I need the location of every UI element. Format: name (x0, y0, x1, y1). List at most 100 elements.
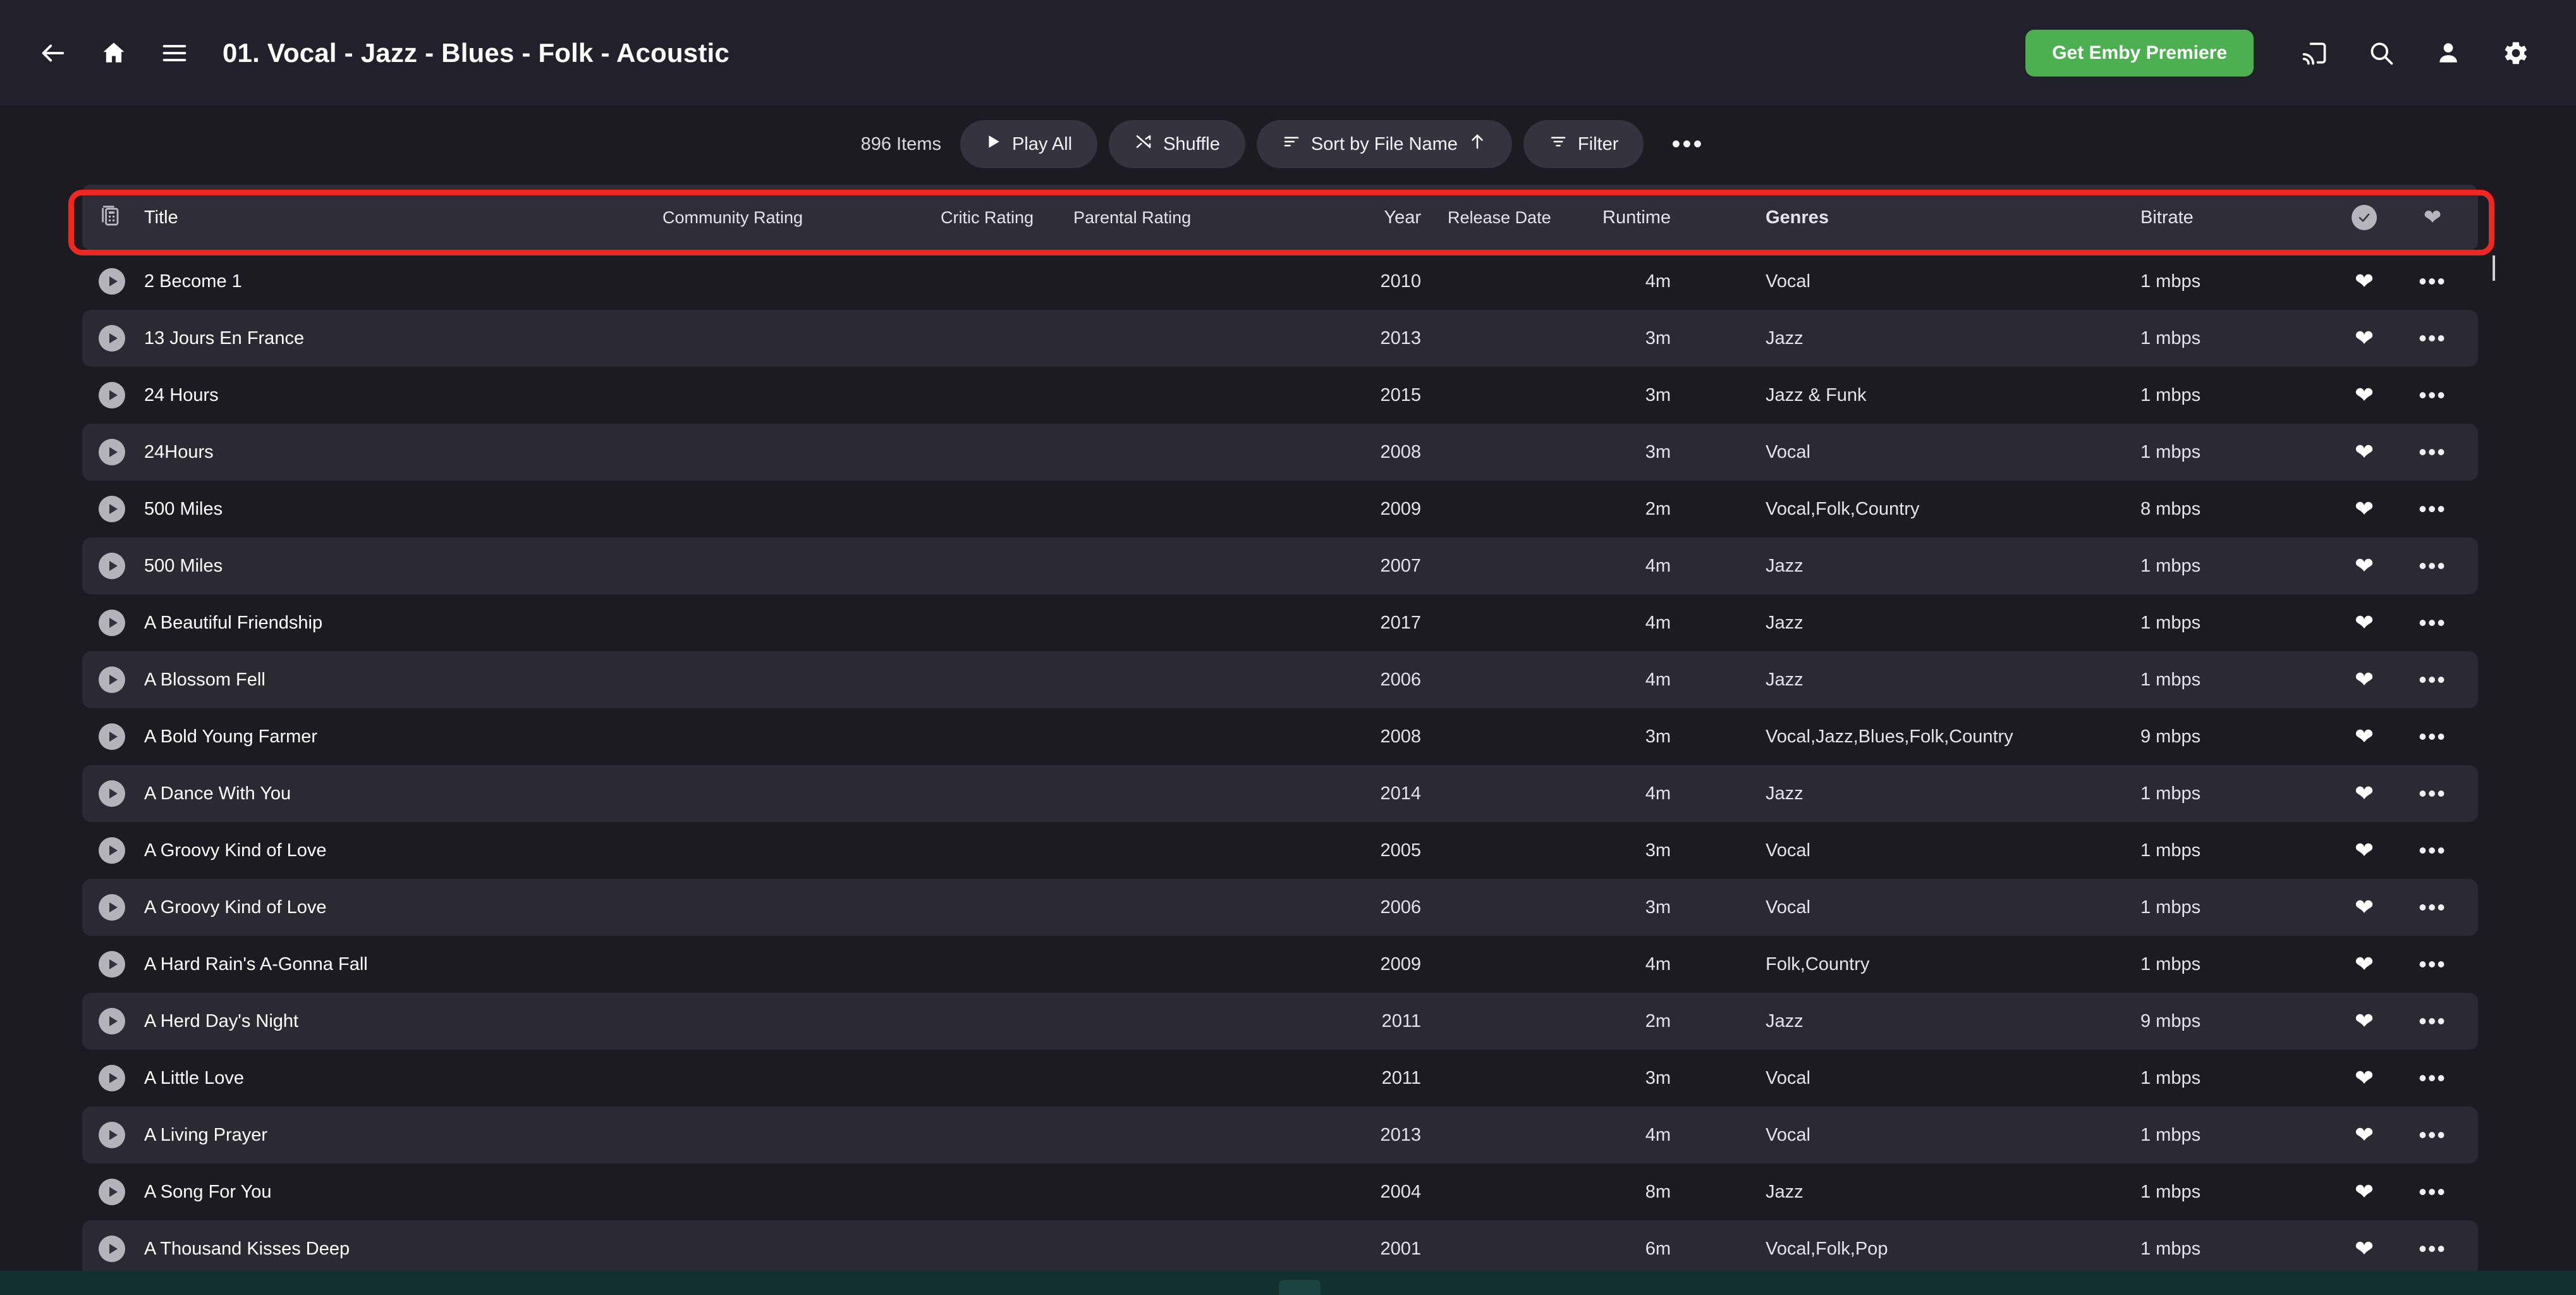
filter-button[interactable]: Filter (1523, 120, 1644, 168)
table-row[interactable]: A Thousand Kisses Deep 2001 6m Vocal,Folk,P… (82, 1220, 2478, 1277)
row-favorite-button[interactable]: ❤ (2330, 839, 2398, 862)
table-row[interactable]: 24Hours 2008 3m Vocal 1 mbps ❤ ••• (82, 424, 2478, 481)
row-favorite-button[interactable]: ❤ (2330, 384, 2398, 407)
table-row[interactable]: A Song For You 2004 8m Jazz 1 mbps ❤ ••• (82, 1163, 2478, 1220)
row-play-button[interactable] (99, 325, 144, 352)
search-button[interactable] (2351, 23, 2412, 83)
row-more-options-button[interactable]: ••• (2398, 1237, 2467, 1260)
row-more-options-button[interactable]: ••• (2398, 953, 2467, 976)
row-more-options-button[interactable]: ••• (2398, 1010, 2467, 1033)
row-play-button[interactable] (99, 1122, 144, 1148)
row-more-options-button[interactable]: ••• (2398, 498, 2467, 520)
row-play-button[interactable] (99, 1008, 144, 1034)
row-favorite-button[interactable]: ❤ (2330, 441, 2398, 463)
row-more-options-button[interactable]: ••• (2398, 270, 2467, 293)
table-header-row[interactable]: Title Community Rating Critic Rating Par… (82, 185, 2478, 250)
row-favorite-button[interactable]: ❤ (2330, 1237, 2398, 1260)
row-more-options-button[interactable]: ••• (2398, 1124, 2467, 1146)
row-more-options-button[interactable]: ••• (2398, 441, 2467, 463)
row-play-button[interactable] (99, 496, 144, 522)
column-header-critic-rating[interactable]: Critic Rating (941, 208, 1073, 228)
row-play-button[interactable] (99, 837, 144, 864)
menu-button[interactable] (144, 23, 205, 83)
row-favorite-button[interactable]: ❤ (2330, 1181, 2398, 1203)
settings-button[interactable] (2485, 23, 2546, 83)
home-button[interactable] (83, 23, 144, 83)
row-more-options-button[interactable]: ••• (2398, 782, 2467, 805)
column-header-release-date[interactable]: Release Date (1421, 208, 1557, 228)
row-favorite-button[interactable]: ❤ (2330, 270, 2398, 293)
row-play-button[interactable] (99, 1065, 144, 1091)
get-emby-premiere-button[interactable]: Get Emby Premiere (2025, 29, 2254, 77)
row-play-button[interactable] (99, 382, 144, 408)
table-row[interactable]: A Little Love 2011 3m Vocal 1 mbps ❤ ••• (82, 1050, 2478, 1107)
row-favorite-button[interactable]: ❤ (2330, 668, 2398, 691)
row-favorite-button[interactable]: ❤ (2330, 953, 2398, 976)
row-favorite-button[interactable]: ❤ (2330, 725, 2398, 748)
row-play-button[interactable] (99, 1236, 144, 1262)
row-play-button[interactable] (99, 610, 144, 636)
column-header-year[interactable]: Year (1352, 207, 1421, 228)
table-row[interactable]: A Living Prayer 2013 4m Vocal 1 mbps ❤ ••• (82, 1107, 2478, 1163)
row-favorite-button[interactable]: ❤ (2330, 1010, 2398, 1033)
cell-bitrate: 1 mbps (2140, 954, 2201, 974)
row-play-button[interactable] (99, 723, 144, 750)
sort-button[interactable]: Sort by File Name (1256, 120, 1512, 168)
column-header-community-rating[interactable]: Community Rating (662, 208, 941, 228)
row-more-options-button[interactable]: ••• (2398, 668, 2467, 691)
row-more-options-button[interactable]: ••• (2398, 839, 2467, 862)
column-header-runtime[interactable]: Runtime (1557, 207, 1671, 228)
column-header-genres[interactable]: Genres (1671, 207, 2140, 228)
column-header-parental-rating[interactable]: Parental Rating (1073, 208, 1352, 228)
row-more-options-button[interactable]: ••• (2398, 896, 2467, 919)
row-favorite-button[interactable]: ❤ (2330, 1124, 2398, 1146)
row-favorite-button[interactable]: ❤ (2330, 782, 2398, 805)
row-favorite-button[interactable]: ❤ (2330, 611, 2398, 634)
row-play-button[interactable] (99, 1179, 144, 1205)
table-row[interactable]: A Groovy Kind of Love 2005 3m Vocal 1 mbps ❤ •… (82, 822, 2478, 879)
column-header-bitrate[interactable]: Bitrate (2140, 207, 2330, 228)
table-row[interactable]: A Herd Day's Night 2011 2m Jazz 9 mbps ❤ ••• (82, 993, 2478, 1050)
table-row[interactable]: A Groovy Kind of Love 2006 3m Vocal 1 mbps ❤ •… (82, 879, 2478, 936)
row-favorite-button[interactable]: ❤ (2330, 1067, 2398, 1089)
row-play-button[interactable] (99, 780, 144, 807)
cast-button[interactable] (2284, 23, 2345, 83)
row-more-options-button[interactable]: ••• (2398, 611, 2467, 634)
view-mode-button[interactable] (99, 203, 144, 233)
more-options-button[interactable]: ••• (1660, 132, 1715, 157)
row-more-options-button[interactable]: ••• (2398, 384, 2467, 407)
play-all-button[interactable]: Play All (960, 120, 1098, 168)
shuffle-button[interactable]: Shuffle (1109, 120, 1245, 168)
user-account-button[interactable] (2418, 23, 2479, 83)
table-row[interactable]: A Blossom Fell 2006 4m Jazz 1 mbps ❤ ••• (82, 651, 2478, 708)
table-row[interactable]: A Hard Rain's A-Gonna Fall 2009 4m Folk,Cou… (82, 936, 2478, 993)
row-favorite-button[interactable]: ❤ (2330, 555, 2398, 577)
table-row[interactable]: 500 Miles 2009 2m Vocal,Folk,Country 8 mbps ❤… (82, 481, 2478, 537)
back-button[interactable] (23, 23, 83, 83)
row-more-options-button[interactable]: ••• (2398, 1067, 2467, 1089)
table-row[interactable]: 2 Become 1 2010 4m Vocal 1 mbps ❤ ••• (82, 253, 2478, 310)
row-play-button[interactable] (99, 894, 144, 921)
table-row[interactable]: 500 Miles 2007 4m Jazz 1 mbps ❤ ••• (82, 537, 2478, 594)
row-favorite-button[interactable]: ❤ (2330, 327, 2398, 350)
row-play-button[interactable] (99, 553, 144, 579)
row-favorite-button[interactable]: ❤ (2330, 896, 2398, 919)
cell-genres: Jazz (1766, 1181, 1804, 1202)
row-favorite-button[interactable]: ❤ (2330, 498, 2398, 520)
row-more-options-button[interactable]: ••• (2398, 725, 2467, 748)
column-header-title[interactable]: Title (144, 207, 662, 228)
table-row[interactable]: A Beautiful Friendship 2017 4m Jazz 1 mbps ❤ •… (82, 594, 2478, 651)
row-play-button[interactable] (99, 951, 144, 978)
table-row[interactable]: A Dance With You 2014 4m Jazz 1 mbps ❤ ••• (82, 765, 2478, 822)
row-play-button[interactable] (99, 439, 144, 465)
row-more-options-button[interactable]: ••• (2398, 1181, 2467, 1203)
table-row[interactable]: 13 Jours En France 2013 3m Jazz 1 mbps ❤ ••• (82, 310, 2478, 367)
row-play-button[interactable] (99, 666, 144, 693)
table-row[interactable]: 24 Hours 2015 3m Jazz & Funk 1 mbps ❤ ••• (82, 367, 2478, 424)
table-row[interactable]: A Bold Young Farmer 2008 3m Vocal,Jazz,Blue… (82, 708, 2478, 765)
column-header-played[interactable] (2330, 205, 2398, 230)
row-play-button[interactable] (99, 268, 144, 295)
row-more-options-button[interactable]: ••• (2398, 555, 2467, 577)
row-more-options-button[interactable]: ••• (2398, 327, 2467, 350)
column-header-favorite[interactable]: ❤ (2398, 207, 2467, 228)
